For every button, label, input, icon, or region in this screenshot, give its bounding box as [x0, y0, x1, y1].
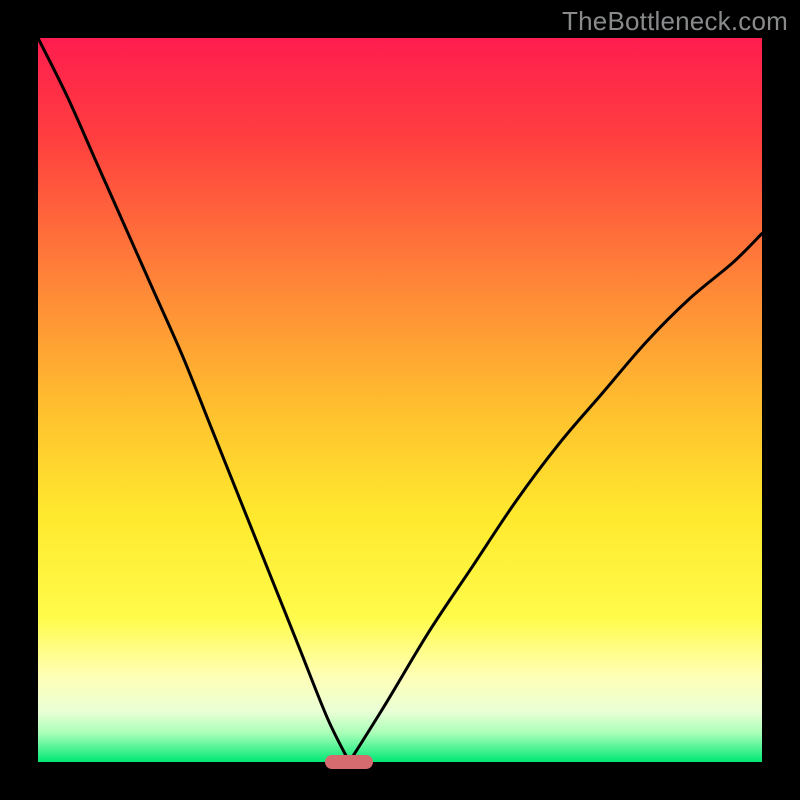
watermark-text: TheBottleneck.com: [562, 6, 788, 37]
curve-right-branch: [349, 233, 762, 762]
curve-left-branch: [38, 38, 349, 762]
chart-plot-area: [38, 38, 762, 762]
bottleneck-curve: [38, 38, 762, 762]
minimum-marker: [325, 755, 373, 769]
outer-frame: TheBottleneck.com: [0, 0, 800, 800]
